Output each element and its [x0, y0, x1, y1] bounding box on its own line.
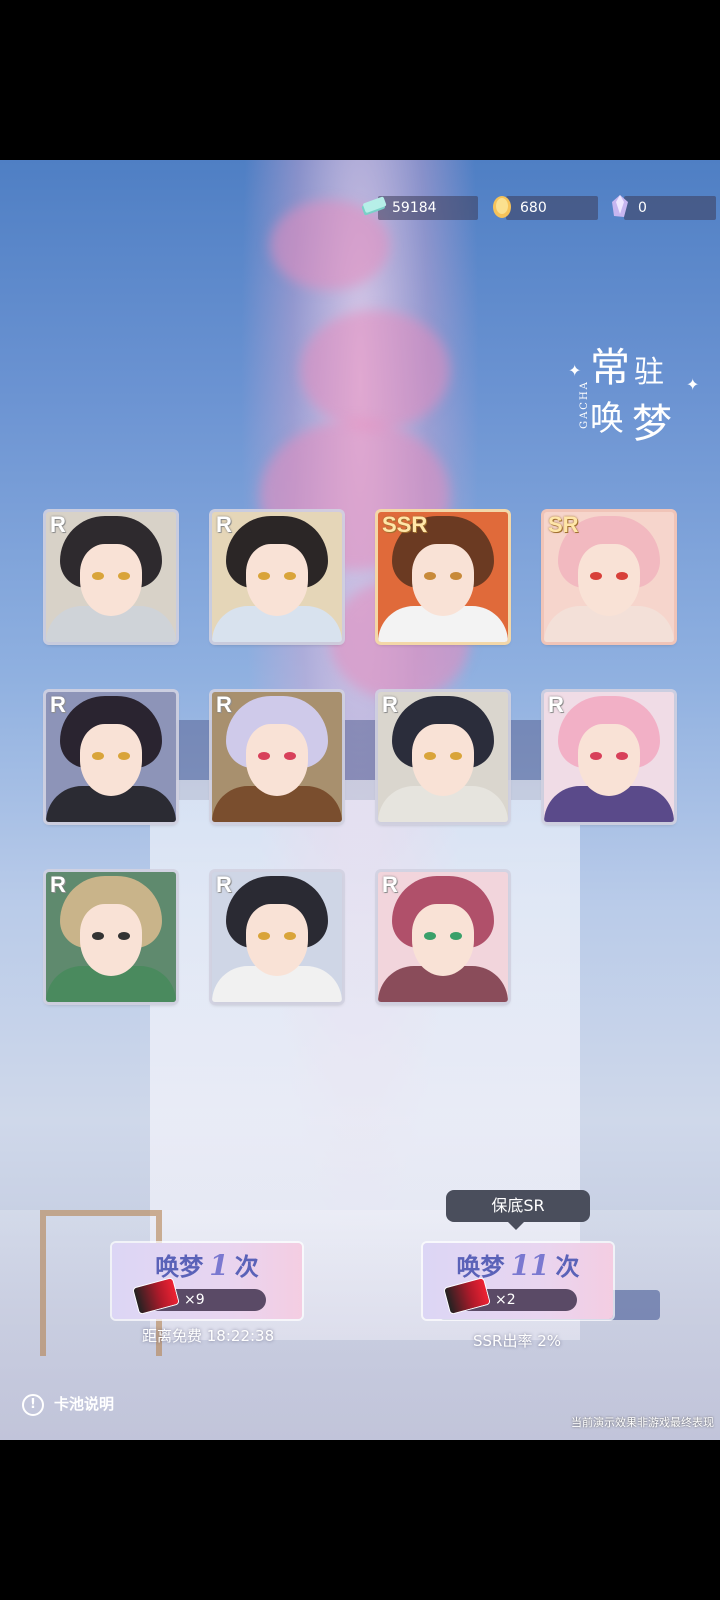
- info-icon: !: [22, 1393, 44, 1416]
- currency-value: 59184: [392, 200, 437, 216]
- crystal-icon: [612, 195, 628, 217]
- character-eye: [590, 572, 602, 580]
- currency-value: 680: [520, 200, 547, 216]
- pull-label-suffix: 次: [555, 1253, 580, 1281]
- character-eye: [616, 572, 628, 580]
- character-eye: [258, 572, 270, 580]
- pull-eleven-label: 唤梦 11 次: [423, 1247, 613, 1282]
- banner-subtitle: GACHA: [578, 380, 590, 429]
- character-eye: [92, 572, 104, 580]
- character-eye: [92, 752, 104, 760]
- character-eye: [616, 752, 628, 760]
- pull-label-prefix: 唤梦: [155, 1253, 204, 1281]
- character-face: [412, 724, 474, 796]
- ticket-cost: ×9: [184, 1292, 205, 1308]
- character-eye: [92, 932, 104, 940]
- character-card[interactable]: R: [212, 692, 342, 822]
- character-face: [80, 724, 142, 796]
- gold-coin-icon: [493, 196, 511, 218]
- currency-diamond[interactable]: 59184: [361, 196, 478, 220]
- sparkle-icon: ✦: [568, 361, 582, 380]
- character-eye: [118, 932, 130, 940]
- character-face: [412, 904, 474, 976]
- character-face: [578, 724, 640, 796]
- ticket-cost: ×2: [495, 1292, 516, 1308]
- pull-count-number: 1: [209, 1249, 229, 1282]
- character-eye: [424, 752, 436, 760]
- banner-char: 常: [590, 345, 630, 391]
- character-eye: [450, 932, 462, 940]
- character-face: [412, 544, 474, 616]
- banner-char: 驻: [634, 355, 664, 390]
- rarity-badge: R: [50, 512, 66, 537]
- rarity-badge: R: [382, 872, 398, 897]
- pull-eleven-button[interactable]: 唤梦 11 次 ×2: [423, 1243, 613, 1319]
- rarity-badge: R: [382, 692, 398, 717]
- pull-once-label: 唤梦 1 次: [112, 1247, 302, 1282]
- pull-count-number: 11: [510, 1249, 550, 1282]
- character-card[interactable]: R: [212, 872, 342, 1002]
- character-face: [246, 544, 308, 616]
- rarity-badge: SSR: [382, 512, 428, 537]
- rarity-badge: R: [548, 692, 564, 717]
- disclaimer-text: 当前演示效果非游戏最终表现: [571, 1416, 714, 1429]
- ticket-stack-icon: [361, 196, 387, 216]
- character-eye: [424, 932, 436, 940]
- character-eye: [258, 752, 270, 760]
- ssr-rate-text: SSR出率 2%: [473, 1332, 562, 1350]
- character-face: [80, 544, 142, 616]
- character-eye: [450, 752, 462, 760]
- character-face: [578, 544, 640, 616]
- rarity-badge: R: [216, 692, 232, 717]
- character-card[interactable]: SR: [544, 512, 674, 642]
- banner-char: 唤: [590, 399, 624, 439]
- rarity-badge: R: [216, 872, 232, 897]
- pool-info-label: 卡池说明: [54, 1395, 115, 1413]
- pool-info-button[interactable]: ! 卡池说明: [22, 1392, 114, 1416]
- free-pull-timer: 距离免费 18:22:38: [142, 1327, 275, 1345]
- blossom: [300, 310, 450, 430]
- character-card[interactable]: R: [212, 512, 342, 642]
- character-eye: [450, 572, 462, 580]
- character-card[interactable]: R: [46, 692, 176, 822]
- character-eye: [258, 932, 270, 940]
- character-eye: [118, 752, 130, 760]
- currency-value: 0: [638, 200, 647, 216]
- character-eye: [118, 572, 130, 580]
- guarantee-tooltip: 保底SR: [446, 1190, 590, 1230]
- character-face: [80, 904, 142, 976]
- banner-char: 梦: [632, 401, 672, 447]
- currency-gold[interactable]: 680: [493, 196, 598, 220]
- sparkle-icon: ✦: [686, 375, 700, 394]
- character-card[interactable]: R: [46, 512, 176, 642]
- rarity-badge: R: [50, 872, 66, 897]
- rarity-badge: SR: [548, 512, 579, 537]
- character-face: [246, 724, 308, 796]
- character-eye: [590, 752, 602, 760]
- pull-once-button[interactable]: 唤梦 1 次 ×9: [112, 1243, 302, 1319]
- banner-logo: 常 驻 唤 梦 GACHA ✦ ✦: [568, 335, 708, 465]
- character-card[interactable]: SSR: [378, 512, 508, 642]
- currency-crystal[interactable]: 0: [612, 195, 716, 220]
- character-card[interactable]: R: [378, 692, 508, 822]
- character-card[interactable]: R: [544, 692, 674, 822]
- character-eye: [284, 932, 296, 940]
- pull-label-suffix: 次: [234, 1253, 259, 1281]
- character-card[interactable]: R: [378, 872, 508, 1002]
- character-face: [246, 904, 308, 976]
- character-eye: [284, 572, 296, 580]
- rarity-badge: R: [50, 692, 66, 717]
- pull-label-prefix: 唤梦: [456, 1253, 505, 1281]
- character-eye: [424, 572, 436, 580]
- character-card[interactable]: R: [46, 872, 176, 1002]
- character-eye: [284, 752, 296, 760]
- rarity-badge: R: [216, 512, 232, 537]
